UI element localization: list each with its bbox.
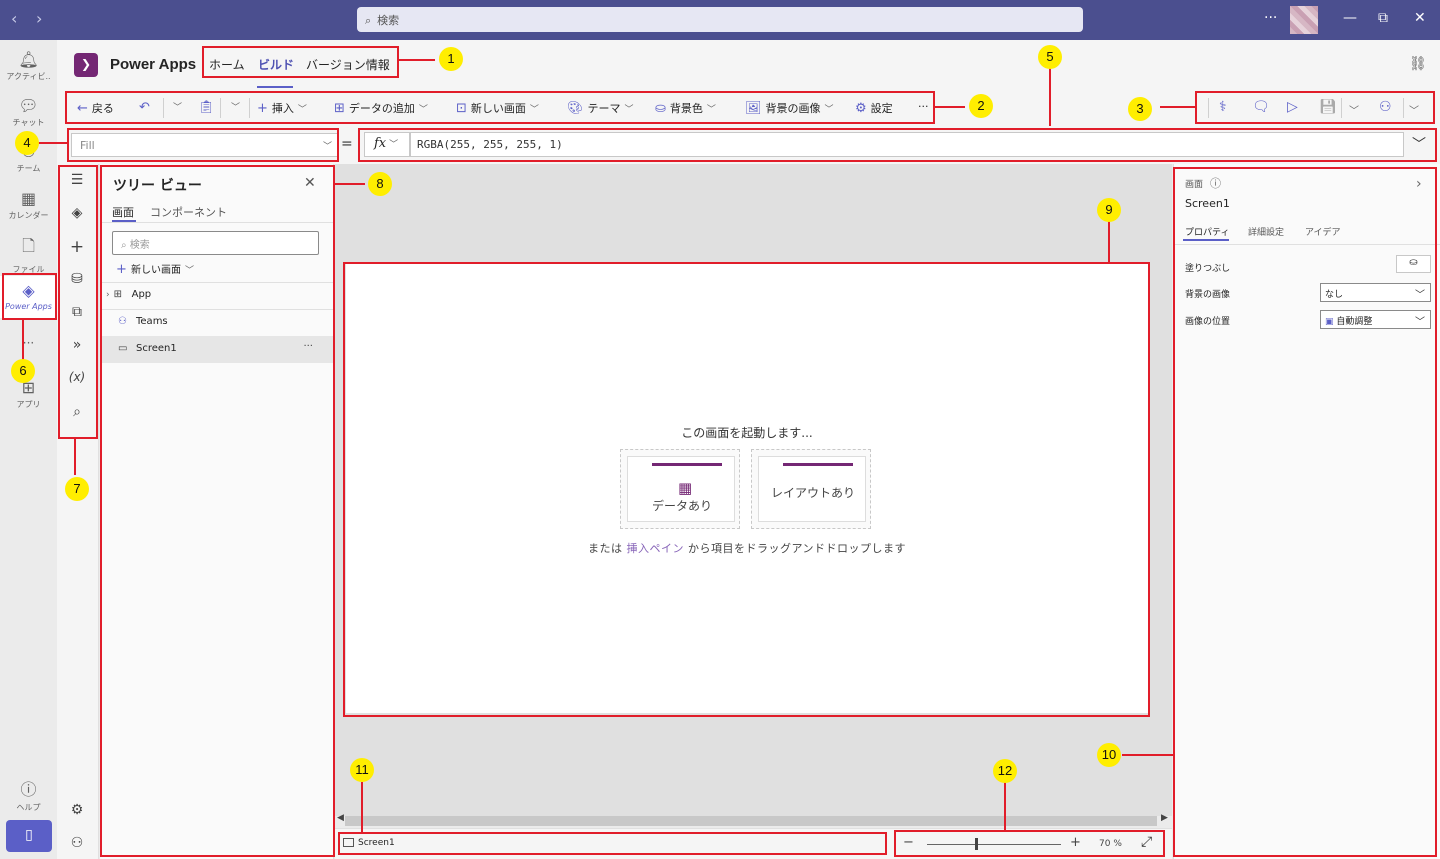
search-icon: ⌕ [365, 14, 372, 27]
annotation-badge-2: 2 [969, 94, 993, 118]
rail-item-files[interactable]: 🗋︎ ファイル [0, 235, 57, 275]
rail-item-calendar[interactable]: ▦ カレンダー [0, 189, 57, 221]
annotation-box-11 [338, 832, 887, 855]
annotation-box-12 [894, 830, 1165, 857]
back-arrow-icon[interactable]: ‹ [11, 9, 17, 28]
annotation-box-10 [1173, 167, 1437, 857]
annotation-line [1122, 754, 1173, 756]
annotation-line [74, 439, 76, 475]
annotation-line [399, 59, 435, 61]
phone-icon: ▯ [25, 827, 33, 843]
annotation-badge-6: 6 [11, 359, 35, 383]
calendar-icon: ▦ [20, 189, 37, 208]
active-tab-indicator [257, 86, 293, 88]
teams-search-input[interactable]: ⌕ 検索 [357, 7, 1083, 32]
annotation-line [1049, 68, 1051, 126]
annotation-line [1160, 106, 1195, 108]
horizontal-scrollbar[interactable] [345, 816, 1157, 826]
annotation-badge-11: 11 [350, 758, 374, 782]
rail-item-chat[interactable]: 💬︎ チャット [0, 96, 57, 128]
mobile-device-button[interactable]: ▯ [6, 820, 52, 852]
scroll-left-icon[interactable]: ◀ [337, 813, 344, 823]
rail-label: アプリ [16, 400, 41, 409]
file-icon: 🗋︎ [22, 236, 35, 255]
rail-label: アクティビ.. [6, 72, 51, 81]
annotation-badge-5: 5 [1038, 45, 1062, 69]
forward-arrow-icon[interactable]: › [36, 9, 42, 28]
help-icon: ⓘ [20, 780, 37, 799]
rail-item-apps[interactable]: ⊞ アプリ [0, 378, 57, 410]
annotation-line [935, 106, 965, 108]
rail-label: チーム [16, 164, 41, 173]
account-icon[interactable]: ⚇ [57, 835, 97, 851]
equals-sign: = [341, 136, 353, 152]
app-title: Power Apps [110, 56, 197, 73]
rail-label: ··· [22, 336, 35, 350]
rail-label: チャット [12, 118, 45, 127]
minimize-icon[interactable]: — [1343, 10, 1357, 26]
link-icon[interactable]: ⛓︎ [1409, 56, 1427, 72]
annotation-badge-10: 10 [1097, 743, 1121, 767]
annotation-box-2 [65, 91, 935, 124]
annotation-badge-9: 9 [1097, 198, 1121, 222]
restore-icon[interactable]: ⧉ [1378, 10, 1388, 26]
annotation-box-8 [100, 165, 335, 857]
annotation-badge-3: 3 [1128, 97, 1152, 121]
search-placeholder: 検索 [377, 14, 400, 27]
annotation-box-9 [343, 262, 1150, 717]
scroll-right-icon[interactable]: ▶ [1161, 813, 1168, 823]
annotation-line [361, 782, 363, 832]
annotation-badge-4: 4 [15, 131, 39, 155]
annotation-line [1004, 782, 1006, 830]
annotation-badge-8: 8 [368, 172, 392, 196]
rail-label: ヘルプ [16, 803, 41, 812]
annotation-line [22, 320, 24, 360]
teams-title-bar: ‹ › ⌕ 検索 ··· — ⧉ ✕ [0, 0, 1440, 40]
more-options-icon[interactable]: ··· [1264, 10, 1277, 26]
chat-icon: 💬︎ [18, 96, 39, 115]
powerapps-logo-icon: ❯ [74, 53, 98, 77]
annotation-line [335, 183, 365, 185]
rail-label: カレンダー [8, 211, 49, 220]
annotation-line [36, 142, 67, 144]
avatar[interactable] [1290, 6, 1318, 34]
rail-item-help[interactable]: ⓘ ヘルプ [0, 776, 57, 813]
rail-item-activity[interactable]: 🔔︎ アクティビ.. [0, 50, 57, 82]
annotation-box-3 [1195, 91, 1435, 124]
rail-item-more[interactable]: ··· [0, 336, 57, 350]
annotation-line [1108, 221, 1110, 262]
annotation-badge-7: 7 [65, 477, 89, 501]
annotation-box-4 [67, 128, 339, 162]
annotation-box-7 [58, 165, 98, 439]
annotation-box-6 [2, 273, 57, 320]
bell-icon: 🔔︎ [18, 50, 39, 69]
annotation-badge-12: 12 [993, 759, 1017, 783]
gear-icon[interactable]: ⚙ [57, 802, 97, 818]
annotation-box-1 [202, 46, 399, 78]
close-icon[interactable]: ✕ [1414, 10, 1426, 26]
annotation-badge-1: 1 [439, 47, 463, 71]
annotation-box-5 [358, 128, 1437, 162]
